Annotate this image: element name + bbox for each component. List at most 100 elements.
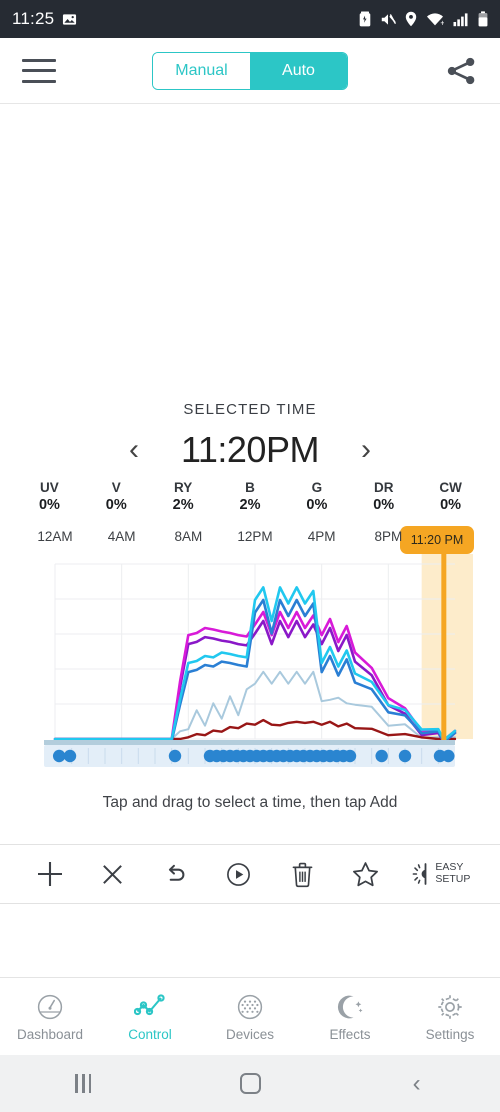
add-button[interactable] bbox=[18, 859, 81, 889]
timeline-dot[interactable] bbox=[398, 749, 412, 763]
main-content: SELECTED TIME ‹ 11:20PM › UV 0% V 0% RY … bbox=[0, 104, 500, 1112]
timeline-dot[interactable] bbox=[343, 749, 357, 763]
moon-stars-icon bbox=[337, 995, 363, 1018]
mode-auto-button[interactable]: Auto bbox=[250, 52, 347, 89]
android-home-button[interactable] bbox=[167, 1073, 334, 1094]
favorite-button[interactable] bbox=[334, 860, 397, 889]
channel-value: 2% bbox=[172, 496, 194, 513]
channel-uv: UV 0% bbox=[16, 480, 83, 514]
android-back-button[interactable]: ‹ bbox=[333, 1071, 500, 1096]
easy-setup-line2: SETUP bbox=[435, 873, 471, 885]
channel-ry: RY 2% bbox=[150, 480, 217, 514]
mode-segmented-control[interactable]: Manual Auto bbox=[152, 51, 348, 90]
x-tick-label: 12AM bbox=[37, 529, 73, 544]
action-toolbar: EASY SETUP bbox=[0, 844, 500, 904]
status-bar: 11:25 + bbox=[0, 0, 500, 38]
channel-g: G 0% bbox=[283, 480, 350, 514]
selected-time-badge: 11:20 PM bbox=[400, 526, 474, 554]
play-circle-icon bbox=[227, 862, 251, 886]
easy-setup-sun-icon bbox=[412, 863, 427, 885]
selected-time-value: 11:20PM bbox=[181, 429, 319, 470]
timeline-dot[interactable] bbox=[375, 749, 388, 763]
delete-button[interactable] bbox=[271, 861, 334, 888]
status-bar-clock: 11:25 bbox=[12, 9, 55, 28]
undo-button[interactable] bbox=[144, 861, 207, 888]
hamburger-menu-icon[interactable] bbox=[22, 58, 56, 83]
channel-cw: CW 0% bbox=[417, 480, 484, 514]
selected-time-heading: SELECTED TIME bbox=[183, 401, 317, 418]
gauge-icon bbox=[37, 994, 63, 1019]
nav-label: Dashboard bbox=[16, 1026, 84, 1042]
bottom-navigation: Dashboard Control Devices Effects Settin… bbox=[0, 977, 500, 1055]
easy-setup-button[interactable]: EASY SETUP bbox=[397, 861, 482, 887]
x-tick-label: 8PM bbox=[374, 529, 403, 544]
status-bar-left: 11:25 bbox=[12, 9, 77, 29]
channel-b: B 2% bbox=[217, 480, 284, 514]
channel-value: 0% bbox=[38, 496, 60, 513]
x-tick-label: 4AM bbox=[107, 529, 136, 544]
location-icon bbox=[405, 11, 417, 27]
x-tick-label: 12PM bbox=[237, 529, 273, 544]
app-root: 11:25 + Manual Auto SELECTED TIME ‹ 11:2… bbox=[0, 0, 500, 1112]
channel-dr: DR 0% bbox=[350, 480, 417, 514]
status-bar-right: + bbox=[359, 11, 488, 27]
x-tick-label: 8AM bbox=[174, 529, 203, 544]
easy-setup-label: EASY SETUP bbox=[435, 861, 471, 886]
cancel-button[interactable] bbox=[81, 862, 144, 887]
nav-label: Effects bbox=[329, 1026, 371, 1042]
nav-label: Settings bbox=[425, 1026, 475, 1042]
nav-dashboard[interactable]: Dashboard bbox=[0, 992, 100, 1042]
channel-value: 0% bbox=[373, 496, 395, 513]
battery-saver-icon bbox=[359, 11, 371, 27]
undo-arrow-icon bbox=[169, 864, 185, 881]
channel-value: 2% bbox=[239, 496, 261, 513]
channel-values-row: UV 0% V 0% RY 2% B 2% G 0% DR 0% CW 0% bbox=[16, 480, 484, 514]
nav-settings[interactable]: Settings bbox=[400, 992, 500, 1042]
channel-name: RY bbox=[174, 480, 193, 495]
channel-name: DR bbox=[373, 480, 394, 495]
nav-devices[interactable]: Devices bbox=[200, 992, 300, 1042]
line-chart-icon bbox=[134, 993, 165, 1015]
home-square-icon bbox=[239, 1073, 261, 1094]
mode-manual-button[interactable]: Manual bbox=[153, 52, 250, 89]
mute-icon bbox=[381, 13, 396, 25]
nav-label: Control bbox=[128, 1026, 172, 1042]
gear-icon bbox=[438, 994, 462, 1019]
channel-v: V 0% bbox=[83, 480, 150, 514]
prev-time-button[interactable]: ‹ bbox=[121, 435, 147, 465]
preview-button[interactable] bbox=[207, 861, 270, 888]
chart-x-axis-labels: 11:20 PM 12AM 4AM 8AM 12PM 4PM 8PM bbox=[0, 526, 500, 554]
star-icon bbox=[352, 861, 378, 886]
nav-effects[interactable]: Effects bbox=[300, 992, 400, 1042]
wifi-icon: + bbox=[427, 12, 444, 27]
timeline-dot[interactable] bbox=[52, 749, 66, 763]
nav-control[interactable]: Control bbox=[100, 992, 200, 1042]
timeline-dot[interactable] bbox=[442, 749, 455, 763]
android-navigation-bar: ‹ bbox=[0, 1055, 500, 1112]
plus-icon bbox=[37, 862, 62, 886]
channel-name: CW bbox=[439, 480, 462, 495]
channel-name: G bbox=[311, 480, 323, 495]
schedule-chart[interactable]: 11:20 PM 12AM 4AM 8AM 12PM 4PM 8PM bbox=[0, 526, 500, 768]
x-tick-label: 4PM bbox=[307, 529, 336, 544]
timeline-rail bbox=[44, 740, 455, 745]
close-x-icon bbox=[103, 864, 123, 884]
channel-name: B bbox=[245, 480, 255, 495]
timeline-dot[interactable] bbox=[168, 749, 182, 763]
recents-bars-icon bbox=[75, 1074, 92, 1093]
dotted-circle-icon bbox=[237, 994, 263, 1019]
top-toolbar: Manual Auto bbox=[0, 38, 500, 104]
selected-time-band bbox=[421, 554, 473, 739]
channel-value: 0% bbox=[105, 496, 127, 513]
android-recents-button[interactable] bbox=[0, 1074, 167, 1093]
trash-icon bbox=[292, 862, 312, 887]
next-time-button[interactable]: › bbox=[353, 435, 379, 465]
share-icon[interactable] bbox=[444, 54, 478, 88]
signal-icon bbox=[453, 12, 468, 26]
channel-value: 0% bbox=[440, 496, 462, 513]
channel-name: UV bbox=[40, 480, 59, 495]
timeline-dot[interactable] bbox=[63, 749, 77, 763]
chart-plot-area[interactable] bbox=[0, 554, 500, 768]
nav-label: Devices bbox=[225, 1026, 274, 1042]
image-icon bbox=[63, 13, 77, 25]
